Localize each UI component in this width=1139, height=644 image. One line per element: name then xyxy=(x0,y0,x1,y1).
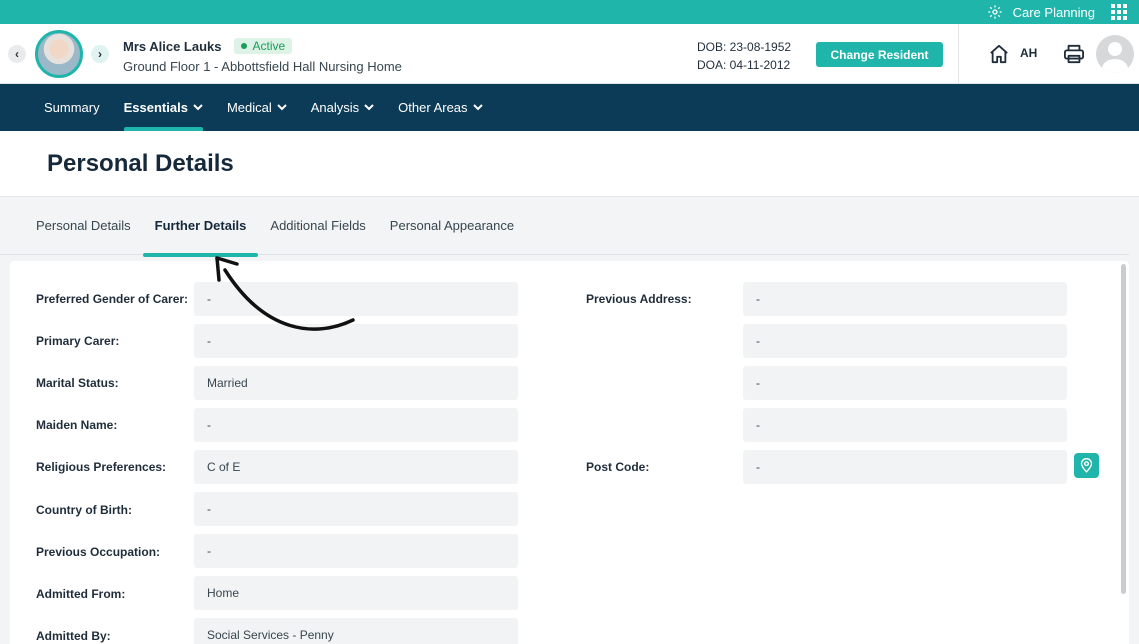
tab-additional-fields[interactable]: Additional Fields xyxy=(258,197,377,255)
marital-status-field[interactable]: Married xyxy=(194,366,518,400)
field-label: Preferred Gender of Carer: xyxy=(36,292,189,306)
chevron-down-icon xyxy=(472,104,483,111)
doa-text: DOA: 04-11-2012 xyxy=(697,58,791,72)
field-label: Country of Birth: xyxy=(36,503,132,517)
previous-address-line-4[interactable]: - xyxy=(743,408,1067,442)
nav-summary[interactable]: Summary xyxy=(44,84,100,131)
resident-location: Ground Floor 1 - Abbottsfield Hall Nursi… xyxy=(123,59,402,74)
chevron-right-icon: › xyxy=(98,47,102,61)
page-title-band: Personal Details xyxy=(0,131,1139,197)
nav-other-areas[interactable]: Other Areas xyxy=(398,84,483,131)
change-resident-button[interactable]: Change Resident xyxy=(816,42,943,67)
field-label: Post Code: xyxy=(586,460,650,474)
previous-address-line-2[interactable]: - xyxy=(743,324,1067,358)
chevron-left-icon: ‹ xyxy=(15,47,19,61)
previous-address-line-3[interactable]: - xyxy=(743,366,1067,400)
preferred-gender-field[interactable]: - xyxy=(194,282,518,316)
field-label: Religious Preferences: xyxy=(36,460,167,474)
header-divider xyxy=(958,24,959,84)
user-initials[interactable]: AH xyxy=(1020,46,1037,60)
status-dot-icon xyxy=(240,43,247,49)
resident-info: Mrs Alice Lauks Active Ground Floor 1 - … xyxy=(123,38,402,74)
chevron-down-icon xyxy=(193,104,203,111)
apps-grid-icon[interactable] xyxy=(1111,4,1127,20)
tab-further-details[interactable]: Further Details xyxy=(142,197,259,257)
field-label: Primary Carer: xyxy=(36,334,120,348)
tab-personal-details[interactable]: Personal Details xyxy=(36,197,143,255)
chevron-down-icon xyxy=(277,104,287,111)
map-pin-icon xyxy=(1080,458,1093,473)
dob-text: DOB: 23-08-1952 xyxy=(697,40,792,54)
previous-resident-button[interactable]: ‹ xyxy=(8,45,26,63)
resident-name: Mrs Alice Lauks xyxy=(123,38,222,54)
main-navigation: Summary Essentials Medical Analysis Othe… xyxy=(0,84,1139,131)
field-label: Marital Status: xyxy=(36,376,119,390)
previous-address-line-1[interactable]: - xyxy=(743,282,1067,316)
gear-icon[interactable] xyxy=(987,4,1003,20)
top-utility-bar: Care Planning xyxy=(0,0,1139,24)
field-label: Previous Address: xyxy=(586,292,692,306)
printer-icon[interactable] xyxy=(1063,44,1085,64)
resident-header: ‹ › Mrs Alice Lauks Active Ground Floor … xyxy=(0,24,1139,84)
nav-analysis[interactable]: Analysis xyxy=(311,84,374,131)
admitted-from-field[interactable]: Home xyxy=(194,576,518,610)
locate-postcode-button[interactable] xyxy=(1074,453,1099,478)
sub-tabs: Personal Details Further Details Additio… xyxy=(0,197,1129,257)
field-label: Maiden Name: xyxy=(36,418,118,432)
resident-dates: DOB: 23-08-1952 DOA: 04-11-2012 xyxy=(697,38,791,74)
primary-carer-field[interactable]: - xyxy=(194,324,518,358)
app-label[interactable]: Care Planning xyxy=(1013,5,1095,20)
scrollbar[interactable] xyxy=(1121,264,1126,594)
chevron-down-icon xyxy=(364,104,374,111)
country-of-birth-field[interactable]: - xyxy=(194,492,518,526)
admitted-by-field[interactable]: Social Services - Penny xyxy=(194,618,518,644)
field-label: Admitted From: xyxy=(36,587,126,601)
nav-medical[interactable]: Medical xyxy=(227,84,287,131)
next-resident-button[interactable]: › xyxy=(91,45,109,63)
further-details-panel: Preferred Gender of Carer: - Primary Car… xyxy=(10,261,1129,644)
post-code-field[interactable]: - xyxy=(743,450,1067,484)
nav-essentials[interactable]: Essentials xyxy=(123,84,204,131)
status-badge: Active xyxy=(233,38,293,54)
page-title: Personal Details xyxy=(47,149,234,177)
previous-occupation-field[interactable]: - xyxy=(194,534,518,568)
maiden-name-field[interactable]: - xyxy=(194,408,518,442)
field-label: Admitted By: xyxy=(36,629,111,643)
tab-personal-appearance[interactable]: Personal Appearance xyxy=(378,197,526,255)
home-icon[interactable] xyxy=(988,44,1010,64)
user-avatar[interactable] xyxy=(1096,35,1134,73)
religious-preferences-field[interactable]: C of E xyxy=(194,450,518,484)
resident-avatar xyxy=(35,30,83,78)
field-label: Previous Occupation: xyxy=(36,545,161,559)
